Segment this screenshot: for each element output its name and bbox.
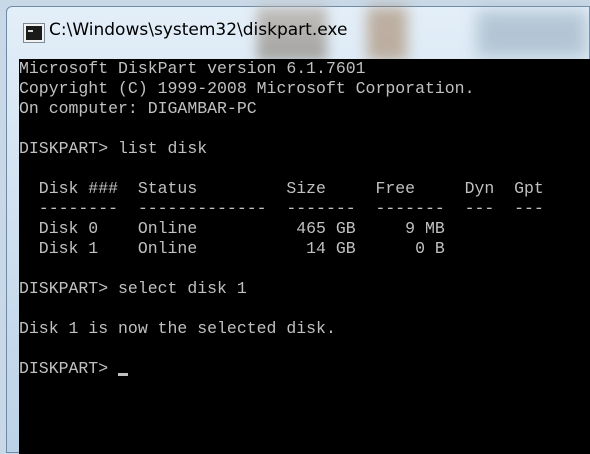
console-line: -------- ------------- ------- ------- -… xyxy=(19,199,544,218)
console-line: On computer: DIGAMBAR-PC xyxy=(19,99,257,118)
prompt-text: DISKPART> xyxy=(19,359,119,378)
console-window: C:\Windows\system32\diskpart.exe Microso… xyxy=(6,6,590,454)
console-output[interactable]: Microsoft DiskPart version 6.1.7601 Copy… xyxy=(19,59,590,454)
console-line: DISKPART> list disk xyxy=(19,139,208,158)
console-line: Disk 0 Online 465 GB 9 MB xyxy=(19,219,445,238)
window-title: C:\Windows\system32\diskpart.exe xyxy=(49,20,348,40)
prompt-line[interactable]: DISKPART> xyxy=(19,359,590,379)
console-line: Copyright (C) 1999-2008 Microsoft Corpor… xyxy=(19,79,475,98)
console-line: DISKPART> select disk 1 xyxy=(19,279,247,298)
console-line: Microsoft DiskPart version 6.1.7601 xyxy=(19,59,366,78)
title-bar[interactable]: C:\Windows\system32\diskpart.exe xyxy=(7,7,589,57)
console-app-icon[interactable] xyxy=(24,24,44,42)
console-line: Disk 1 is now the selected disk. xyxy=(19,319,336,338)
text-cursor xyxy=(118,373,129,376)
console-line: Disk 1 Online 14 GB 0 B xyxy=(19,239,445,258)
console-line: Disk ### Status Size Free Dyn Gpt xyxy=(19,179,544,198)
